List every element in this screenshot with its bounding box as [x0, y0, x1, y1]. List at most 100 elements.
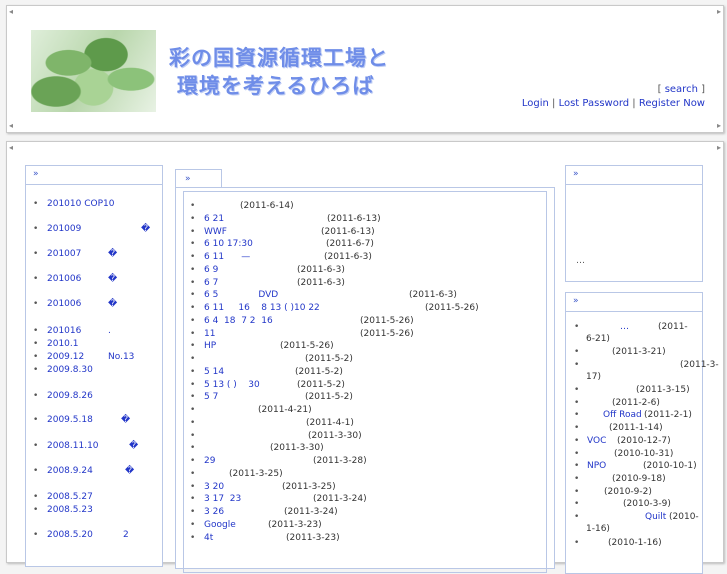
- news-link[interactable]: 6 9: [204, 265, 218, 275]
- bullet-icon: •: [574, 322, 580, 332]
- bullet-icon: •: [574, 347, 580, 357]
- bullet-icon: •: [190, 303, 196, 313]
- auth-links: Login | Lost Password | Register Now: [521, 98, 705, 109]
- left-menu-link[interactable]: 201010 COP10: [47, 199, 114, 209]
- left-menu-item[interactable]: • 2008.11.10 �: [33, 441, 138, 451]
- news-header-tab: »: [175, 169, 222, 188]
- bullet-icon: •: [190, 290, 196, 301]
- left-menu-link[interactable]: 2009.8.30: [47, 365, 93, 375]
- left-menu-item[interactable]: • 201010 COP10: [33, 199, 114, 209]
- left-menu-item[interactable]: • 201007 �: [33, 249, 117, 259]
- news-date: (2011-6-13): [327, 213, 381, 224]
- left-menu-link-extra[interactable]: �: [108, 299, 117, 309]
- left-menu-item[interactable]: • 2009.8.26: [33, 391, 93, 401]
- left-menu-item[interactable]: • 2008.5.23: [33, 505, 93, 515]
- right-list-link[interactable]: NPO: [587, 461, 606, 471]
- right-list-link[interactable]: VOC: [587, 436, 606, 446]
- left-menu-link[interactable]: 2009.8.26: [47, 391, 93, 401]
- bullet-icon: •: [190, 239, 196, 250]
- register-link[interactable]: Register Now: [639, 98, 705, 109]
- bullet-icon: •: [33, 299, 39, 309]
- left-menu-item[interactable]: • 2009.5.18 �: [33, 415, 130, 425]
- news-link[interactable]: 11: [204, 329, 215, 339]
- corner-ornament: ▸: [716, 7, 721, 16]
- news-link[interactable]: HP: [204, 341, 216, 351]
- news-link[interactable]: 6 5 DVD: [204, 290, 278, 300]
- news-link[interactable]: 3 26: [204, 507, 224, 517]
- left-menu-link-extra[interactable]: �: [129, 441, 138, 451]
- news-date: (2011-6-7): [326, 239, 374, 250]
- news-date: (2011-3-23): [286, 532, 340, 543]
- right-list-link[interactable]: Off Road: [603, 410, 642, 420]
- news-link[interactable]: 6 10 17:30: [204, 239, 253, 249]
- left-menu-item[interactable]: • 201006 �: [33, 274, 117, 284]
- left-menu-link[interactable]: 201016: [47, 326, 81, 336]
- left-menu-item[interactable]: • 201016.: [33, 326, 111, 336]
- left-menu-link-extra[interactable]: �: [125, 466, 134, 476]
- right-list-link[interactable]: Quilt: [645, 512, 666, 522]
- left-menu-link[interactable]: 2008.5.27: [47, 492, 93, 502]
- left-menu-item[interactable]: • 201009 �: [33, 224, 150, 234]
- left-menu-item[interactable]: • 2010.1: [33, 339, 79, 349]
- left-menu-link[interactable]: 2009.5.18: [47, 415, 93, 425]
- left-menu-link-extra[interactable]: 2: [123, 530, 129, 540]
- news-link[interactable]: 6 4 18 7 2 16: [204, 316, 273, 326]
- news-link[interactable]: Google: [204, 520, 236, 530]
- bullet-icon: •: [574, 538, 580, 548]
- left-menu-link[interactable]: 2008.5.23: [47, 505, 93, 515]
- login-link[interactable]: Login: [522, 98, 549, 109]
- left-menu-item[interactable]: • 2008.5.20 2: [33, 530, 129, 540]
- news-link[interactable]: 6 11 —: [204, 252, 250, 262]
- bullet-icon: •: [33, 391, 39, 401]
- left-menu-link[interactable]: 201006: [47, 299, 81, 309]
- right-list-link[interactable]: …: [620, 322, 629, 332]
- site-title-line1: 彩の国資源循環工場と: [169, 45, 389, 70]
- left-menu-item[interactable]: • 2008.5.27: [33, 492, 93, 502]
- news-link[interactable]: 5 13 ( ) 30: [204, 380, 260, 390]
- double-chevron-icon: »: [573, 296, 579, 306]
- news-link[interactable]: 3 20: [204, 482, 224, 492]
- news-date: (2011-5-26): [280, 341, 334, 352]
- left-menu-item[interactable]: • 201006 �: [33, 299, 117, 309]
- left-menu-link[interactable]: 2010.1: [47, 339, 79, 349]
- left-menu-link-extra[interactable]: �: [121, 415, 130, 425]
- left-menu-link[interactable]: 2008.11.10: [47, 441, 99, 451]
- news-link[interactable]: 5 7: [204, 392, 218, 402]
- news-link[interactable]: 5 14: [204, 367, 224, 377]
- right-list-date: (2010-3-9): [623, 499, 671, 509]
- search-link[interactable]: search: [665, 84, 698, 95]
- news-link[interactable]: 3 17 23: [204, 494, 241, 504]
- bullet-icon: •: [190, 481, 196, 492]
- news-link[interactable]: 6 11 16 8 13 ( )10 22: [204, 303, 320, 313]
- left-menu-link-extra[interactable]: No.13: [108, 352, 134, 362]
- news-date: (2011-6-3): [297, 277, 345, 288]
- right-top-box: » …: [565, 165, 703, 282]
- news-link[interactable]: 4t: [204, 533, 213, 543]
- bullet-icon: •: [33, 274, 39, 284]
- corner-ornament: ▸: [716, 143, 721, 152]
- left-menu-item[interactable]: • 2009.12 No.13: [33, 352, 134, 362]
- left-menu-link[interactable]: 201009: [47, 224, 81, 234]
- left-menu-link-extra[interactable]: �: [141, 224, 150, 234]
- left-menu-link-extra[interactable]: �: [108, 274, 117, 284]
- left-menu-link[interactable]: 2008.9.24: [47, 466, 93, 476]
- left-menu-item[interactable]: • 2009.8.30: [33, 365, 93, 375]
- right-list-date: (2010-12-7): [617, 436, 671, 446]
- news-link[interactable]: WWF: [204, 227, 227, 237]
- left-menu-link-extra[interactable]: .: [108, 326, 111, 336]
- bullet-icon: •: [190, 328, 196, 339]
- news-link[interactable]: 6 7: [204, 278, 218, 288]
- left-menu-item[interactable]: • 2008.9.24 �: [33, 466, 134, 476]
- bullet-icon: •: [190, 315, 196, 326]
- news-link[interactable]: 6 21: [204, 214, 224, 224]
- left-menu-link[interactable]: 201007: [47, 249, 81, 259]
- left-menu-link[interactable]: 2009.12: [47, 352, 84, 362]
- left-menu-link[interactable]: 2008.5.20: [47, 530, 93, 540]
- double-chevron-icon: »: [185, 174, 191, 184]
- left-menu-link[interactable]: 201006: [47, 274, 81, 284]
- news-link[interactable]: 29: [204, 456, 215, 466]
- lost-password-link[interactable]: Lost Password: [559, 98, 630, 109]
- right-list-date: (2011-1-14): [609, 423, 663, 433]
- left-menu-link-extra[interactable]: �: [108, 249, 117, 259]
- bullet-icon: •: [574, 436, 580, 446]
